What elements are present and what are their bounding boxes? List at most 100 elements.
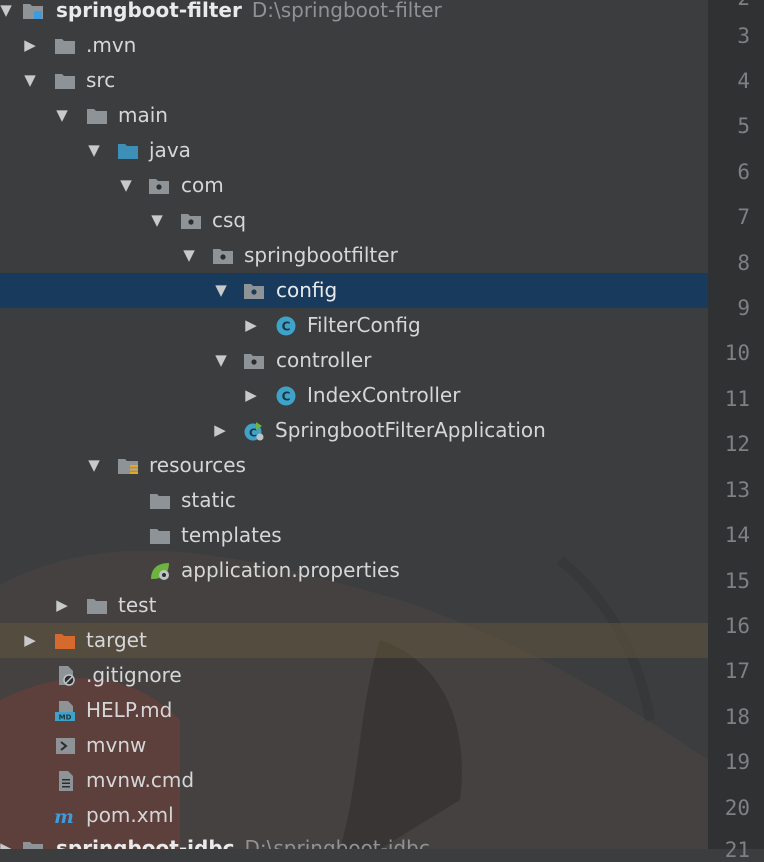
tree-item-controller[interactable]: ▼ controller [0, 343, 708, 378]
line-number: 19 [724, 750, 750, 774]
tree-item-templates[interactable]: templates [0, 518, 708, 553]
package-icon [213, 249, 233, 264]
expand-right-icon[interactable]: ▶ [243, 378, 259, 413]
tree-item-indexcontroller[interactable]: ▶ C IndexController [0, 378, 708, 413]
expand-right-icon[interactable]: ▶ [22, 623, 38, 658]
tree-item-label: application.properties [181, 558, 400, 582]
line-number: 7 [737, 205, 750, 229]
spring-properties-icon [151, 563, 169, 580]
tree-item-label: templates [181, 523, 282, 547]
expand-right-icon[interactable]: ▶ [0, 831, 14, 849]
expand-down-icon[interactable]: ▼ [213, 273, 229, 308]
tree-item-config[interactable]: ▼ config [0, 273, 708, 308]
tree-item-filterconfig[interactable]: ▶ C FilterConfig [0, 308, 708, 343]
svg-text:C: C [282, 390, 291, 404]
line-number: 14 [724, 523, 750, 547]
tree-item-label: src [86, 68, 116, 92]
root-project-title: springboot-filter [56, 0, 242, 22]
text-file-icon [59, 771, 73, 791]
expand-right-icon[interactable]: ▶ [54, 588, 70, 623]
source-folder-icon [118, 144, 138, 159]
shell-script-icon [56, 738, 75, 754]
tree-item-csq[interactable]: ▼ csq [0, 203, 708, 238]
tree-item-label: mvnw [86, 733, 147, 757]
tree-item-static[interactable]: static [0, 483, 708, 518]
tree-item-gitignore[interactable]: .gitignore [0, 658, 708, 693]
editor-line-number-gutter: 2 3 4 5 6 7 8 9 10 11 12 13 14 15 16 17 … [708, 0, 764, 862]
package-icon [149, 179, 169, 194]
line-number: 9 [737, 296, 750, 320]
tree-item-help-md[interactable]: MD HELP.md [0, 693, 708, 728]
line-number: 12 [724, 432, 750, 456]
tree-item-label: test [118, 593, 157, 617]
tree-item-java[interactable]: ▼ java [0, 133, 708, 168]
tree-item-resources[interactable]: ▼ resources [0, 448, 708, 483]
tree-item-label: springbootfilter [244, 243, 398, 267]
folder-icon [55, 39, 75, 54]
expand-down-icon[interactable]: ▼ [22, 63, 38, 98]
package-icon [244, 284, 264, 299]
svg-text:MD: MD [59, 714, 72, 722]
expand-down-icon[interactable]: ▼ [118, 168, 134, 203]
tree-root-row-next[interactable]: ▶ springboot-jdbc D:\springboot-jdbc [0, 831, 708, 849]
expand-right-icon[interactable]: ▶ [212, 413, 228, 448]
tree-item-label: resources [149, 453, 246, 477]
tree-item-label: com [181, 173, 224, 197]
tree-item-label: java [149, 138, 191, 162]
tree-item-label: .gitignore [86, 663, 182, 687]
tree-item-label: pom.xml [86, 803, 174, 827]
expand-down-icon[interactable]: ▼ [86, 133, 102, 168]
tree-item-pom-xml[interactable]: m pom.xml [0, 798, 708, 833]
tree-item-label: HELP.md [86, 698, 173, 722]
package-icon [181, 214, 201, 229]
tree-item-application-properties[interactable]: application.properties [0, 553, 708, 588]
line-number: 3 [737, 24, 750, 48]
line-number: 8 [737, 251, 750, 275]
tree-item-label: .mvn [86, 33, 137, 57]
tree-item-springbootfilterapplication[interactable]: ▶ C SpringbootFilterApplication [0, 413, 708, 448]
line-number: 2 [700, 0, 750, 10]
project-tree-panel: ▼ springboot-filter D:\springboot-filter … [0, 0, 708, 849]
tree-item-label: main [118, 103, 168, 127]
resources-folder-icon [118, 459, 138, 474]
expand-down-icon[interactable]: ▼ [86, 448, 102, 483]
expand-down-icon[interactable]: ▼ [0, 0, 14, 28]
root-project-path: D:\springboot-filter [251, 0, 442, 22]
tree-item-label: IndexController [307, 383, 461, 407]
spring-boot-app-icon: C [244, 422, 264, 441]
tree-item-test[interactable]: ▶ test [0, 588, 708, 623]
tree-item-label: SpringbootFilterApplication [275, 418, 546, 442]
tree-item-src[interactable]: ▼ src [0, 63, 708, 98]
tree-item-label: target [86, 628, 147, 652]
expand-down-icon[interactable]: ▼ [54, 98, 70, 133]
package-icon [244, 354, 264, 369]
line-number: 17 [724, 659, 750, 683]
next-project-name: springboot-jdbc D:\springboot-jdbc [56, 831, 430, 849]
expand-right-icon[interactable]: ▶ [243, 308, 259, 343]
tree-item-main[interactable]: ▼ main [0, 98, 708, 133]
line-number: 5 [737, 114, 750, 138]
line-number: 16 [724, 614, 750, 638]
line-number: 15 [724, 569, 750, 593]
line-number: 21 [724, 838, 750, 862]
ignored-file-icon [59, 666, 75, 686]
folder-icon [87, 599, 107, 614]
line-number: 10 [724, 341, 750, 365]
expand-down-icon[interactable]: ▼ [213, 343, 229, 378]
tree-item-mvnw[interactable]: mvnw [0, 728, 708, 763]
excluded-folder-icon [55, 634, 75, 649]
expand-down-icon[interactable]: ▼ [181, 238, 197, 273]
maven-pom-icon: m [54, 807, 74, 826]
tree-root-row[interactable]: ▼ springboot-filter D:\springboot-filter [0, 0, 708, 28]
tree-item-mvn[interactable]: ▶ .mvn [0, 28, 708, 63]
next-project-title: springboot-jdbc [56, 836, 235, 849]
line-number: 18 [724, 705, 750, 729]
tree-item-label: controller [276, 348, 372, 372]
tree-item-com[interactable]: ▼ com [0, 168, 708, 203]
tree-item-target[interactable]: ▶ target [0, 623, 708, 658]
expand-right-icon[interactable]: ▶ [22, 28, 38, 63]
tree-item-springbootfilter[interactable]: ▼ springbootfilter [0, 238, 708, 273]
expand-down-icon[interactable]: ▼ [149, 203, 165, 238]
tree-item-mvnw-cmd[interactable]: mvnw.cmd [0, 763, 708, 798]
svg-text:C: C [249, 427, 257, 440]
